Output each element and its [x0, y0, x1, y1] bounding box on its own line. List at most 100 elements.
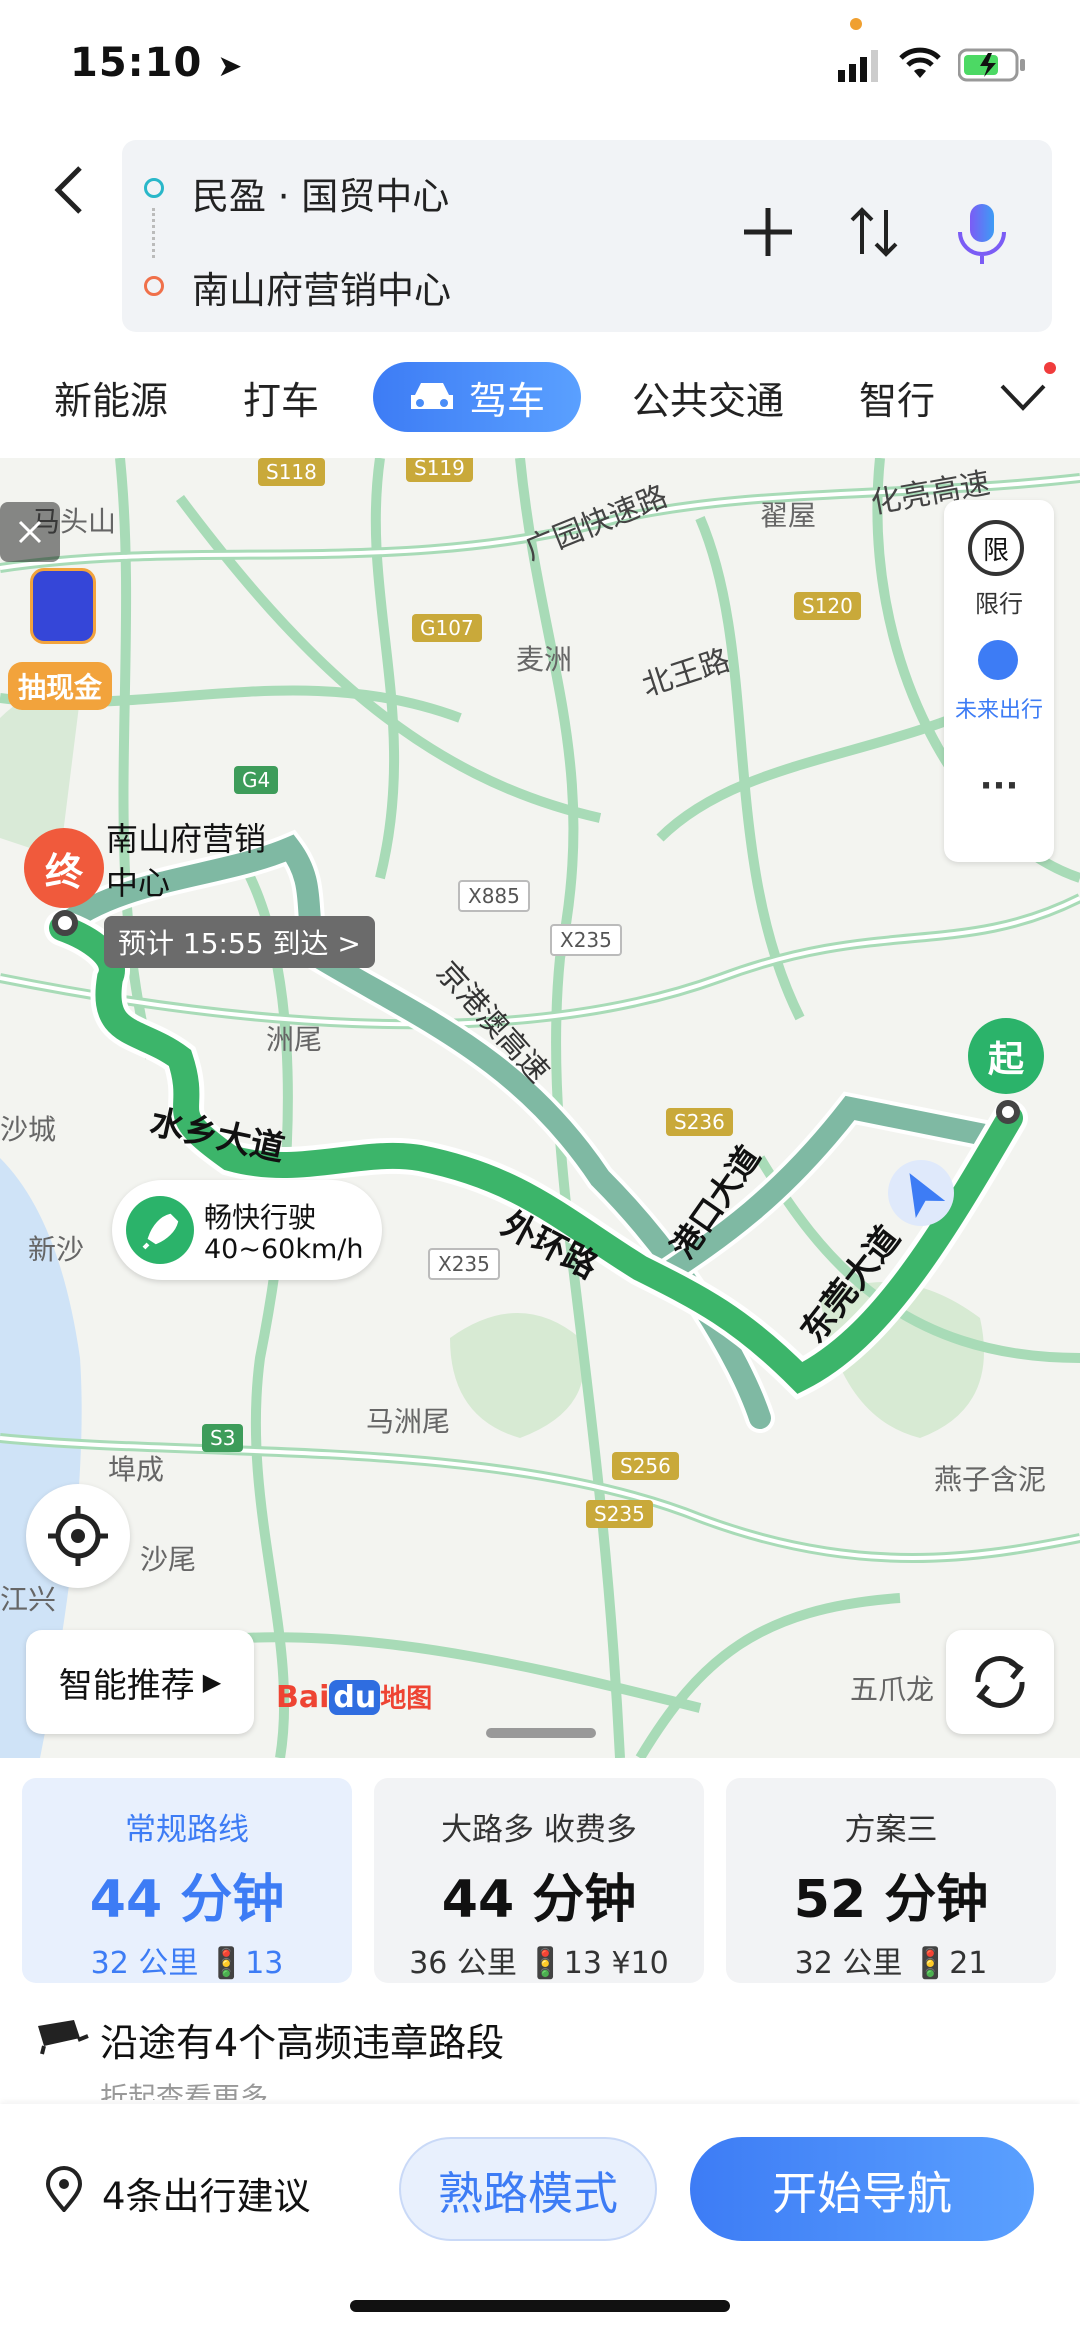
rocket-icon	[126, 1196, 194, 1264]
option-time: 44 分钟	[441, 1870, 637, 1930]
smart-recommend-label: 智能推荐	[58, 1665, 195, 1706]
destination-point-icon	[52, 910, 78, 936]
clock-icon[interactable]	[978, 640, 1018, 680]
destination-dot-icon	[144, 276, 164, 296]
chevron-down-icon	[1000, 384, 1046, 411]
road-badge: G107	[412, 614, 482, 642]
route-option-card[interactable]: 方案三 52 分钟 32 公里 🚦21	[726, 1778, 1056, 1983]
road-badge: S119	[406, 458, 473, 482]
battery-icon	[957, 48, 1028, 86]
road-badge: S120	[794, 592, 861, 620]
swap-icon	[850, 207, 898, 257]
restriction-icon[interactable]: 限	[968, 520, 1024, 576]
destination-label: 中心	[106, 864, 171, 902]
tab-smart-travel[interactable]: 智行	[859, 370, 935, 425]
violation-sub[interactable]: 折起查看更多	[100, 2076, 268, 2100]
road-badge: G4	[234, 766, 279, 794]
map-tools-panel: 限 限行 未来出行 ···	[944, 500, 1054, 862]
more-tabs-button[interactable]	[998, 376, 1048, 420]
option-title: 大路多 收费多	[441, 1812, 637, 1848]
notification-dot	[1044, 362, 1056, 374]
option-detail: 32 公里 🚦21	[794, 1946, 988, 1981]
voice-input-button[interactable]	[952, 202, 1012, 270]
my-location-arrow-icon	[888, 1160, 954, 1226]
wifi-icon	[898, 46, 942, 84]
road-badge: S118	[258, 458, 325, 486]
place-label: 翟屋	[760, 499, 817, 532]
status-time: 15:10 ➤	[70, 40, 244, 86]
place-label: 沙城	[0, 1113, 57, 1146]
place-label: 五爪龙	[850, 1673, 935, 1706]
speed-range: 40~60km/h	[204, 1234, 364, 1265]
road-badge: S235	[586, 1500, 653, 1528]
tab-new-energy[interactable]: 新能源	[54, 370, 168, 425]
speed-title: 畅快行驶	[204, 1201, 317, 1234]
restriction-label[interactable]: 限行	[944, 584, 1054, 619]
option-title: 方案三	[844, 1812, 938, 1848]
location-pin-icon	[44, 2166, 84, 2216]
place-label: 马洲尾	[366, 1405, 451, 1438]
origin-point-icon	[996, 1100, 1020, 1124]
baidu-logo: Bai du 地图	[276, 1680, 433, 1715]
cashback-button[interactable]: 抽现金	[8, 662, 113, 710]
refresh-icon	[975, 1656, 1025, 1708]
mascot-icon	[30, 568, 96, 644]
option-detail: 36 公里 🚦13 ¥10	[409, 1946, 669, 1981]
sheet-drag-handle[interactable]	[486, 1728, 596, 1738]
swap-route-button[interactable]	[844, 202, 904, 266]
route-connector	[152, 208, 157, 258]
tab-taxi[interactable]: 打车	[243, 370, 319, 425]
map-view[interactable]: 马头山 翟屋 麦洲 洲尾 沙城 新沙 埠成 沙尾 马洲尾 燕子含泥 五爪龙 江兴…	[0, 458, 1080, 1758]
route-option-card[interactable]: 常规路线 44 分钟 32 公里 🚦13	[22, 1778, 352, 1983]
plus-icon	[744, 208, 792, 256]
road-badge: X235	[428, 1248, 500, 1280]
destination-field[interactable]: 南山府营销中心	[192, 260, 451, 314]
travel-tips-link[interactable]: 4条出行建议	[102, 2166, 311, 2220]
violation-notice[interactable]: 沿途有4个高频违章路段	[100, 2012, 504, 2067]
destination-label: 南山府营销	[106, 820, 267, 858]
place-label: 洲尾	[266, 1023, 323, 1056]
road-badge: X885	[458, 880, 530, 912]
option-title: 常规路线	[125, 1812, 249, 1848]
destination-marker[interactable]: 终	[24, 828, 104, 908]
place-label: 埠成	[108, 1453, 165, 1486]
option-time: 44 分钟	[89, 1870, 285, 1930]
signal-icon	[838, 48, 882, 86]
location-arrow-icon: ➤	[217, 49, 244, 84]
route-input-box: 民盈 · 国贸中心 南山府营销中心	[122, 140, 1052, 332]
smart-recommend-button[interactable]: 智能推荐 ▶	[26, 1630, 254, 1734]
place-label: 新沙	[28, 1233, 85, 1266]
familiar-mode-button[interactable]: 熟路模式	[399, 2137, 657, 2241]
tab-drive-label: 驾车	[468, 378, 545, 423]
chevron-left-icon	[54, 166, 82, 214]
start-navigation-button[interactable]: 开始导航	[690, 2137, 1034, 2241]
origin-field[interactable]: 民盈 · 国贸中心	[192, 166, 449, 220]
privacy-indicator	[850, 18, 862, 30]
refresh-route-button[interactable]	[946, 1630, 1054, 1734]
tab-public-transit[interactable]: 公共交通	[632, 370, 784, 425]
tab-drive[interactable]: 驾车	[373, 362, 581, 432]
place-label: 麦洲	[516, 643, 573, 676]
add-waypoint-button[interactable]	[738, 202, 798, 266]
option-detail: 32 公里 🚦13	[90, 1946, 284, 1981]
option-time: 52 分钟	[793, 1870, 989, 1930]
route-option-card[interactable]: 大路多 收费多 44 分钟 36 公里 🚦13 ¥10	[374, 1778, 704, 1983]
origin-marker[interactable]: 起	[968, 1018, 1044, 1094]
close-icon	[18, 520, 42, 544]
microphone-icon	[958, 204, 1006, 264]
place-label: 燕子含泥	[934, 1463, 1047, 1496]
place-label: 沙尾	[140, 1543, 197, 1576]
speed-info-bubble: 畅快行驶 40~60km/h	[112, 1180, 382, 1280]
crosshair-icon	[48, 1506, 108, 1566]
home-indicator	[350, 2300, 730, 2312]
origin-dot-icon	[144, 178, 164, 198]
more-tools-button[interactable]: ···	[944, 766, 1054, 806]
car-icon	[410, 383, 453, 409]
road-badge: S3	[202, 1424, 244, 1452]
future-travel-label[interactable]: 未来出行	[944, 692, 1054, 724]
back-button[interactable]	[40, 160, 100, 220]
close-promo-button[interactable]	[0, 502, 60, 562]
locate-button[interactable]	[26, 1484, 130, 1588]
eta-chip[interactable]: 预计 15:55 到达 >	[104, 916, 375, 968]
triangle-right-icon: ▶	[202, 1668, 222, 1696]
